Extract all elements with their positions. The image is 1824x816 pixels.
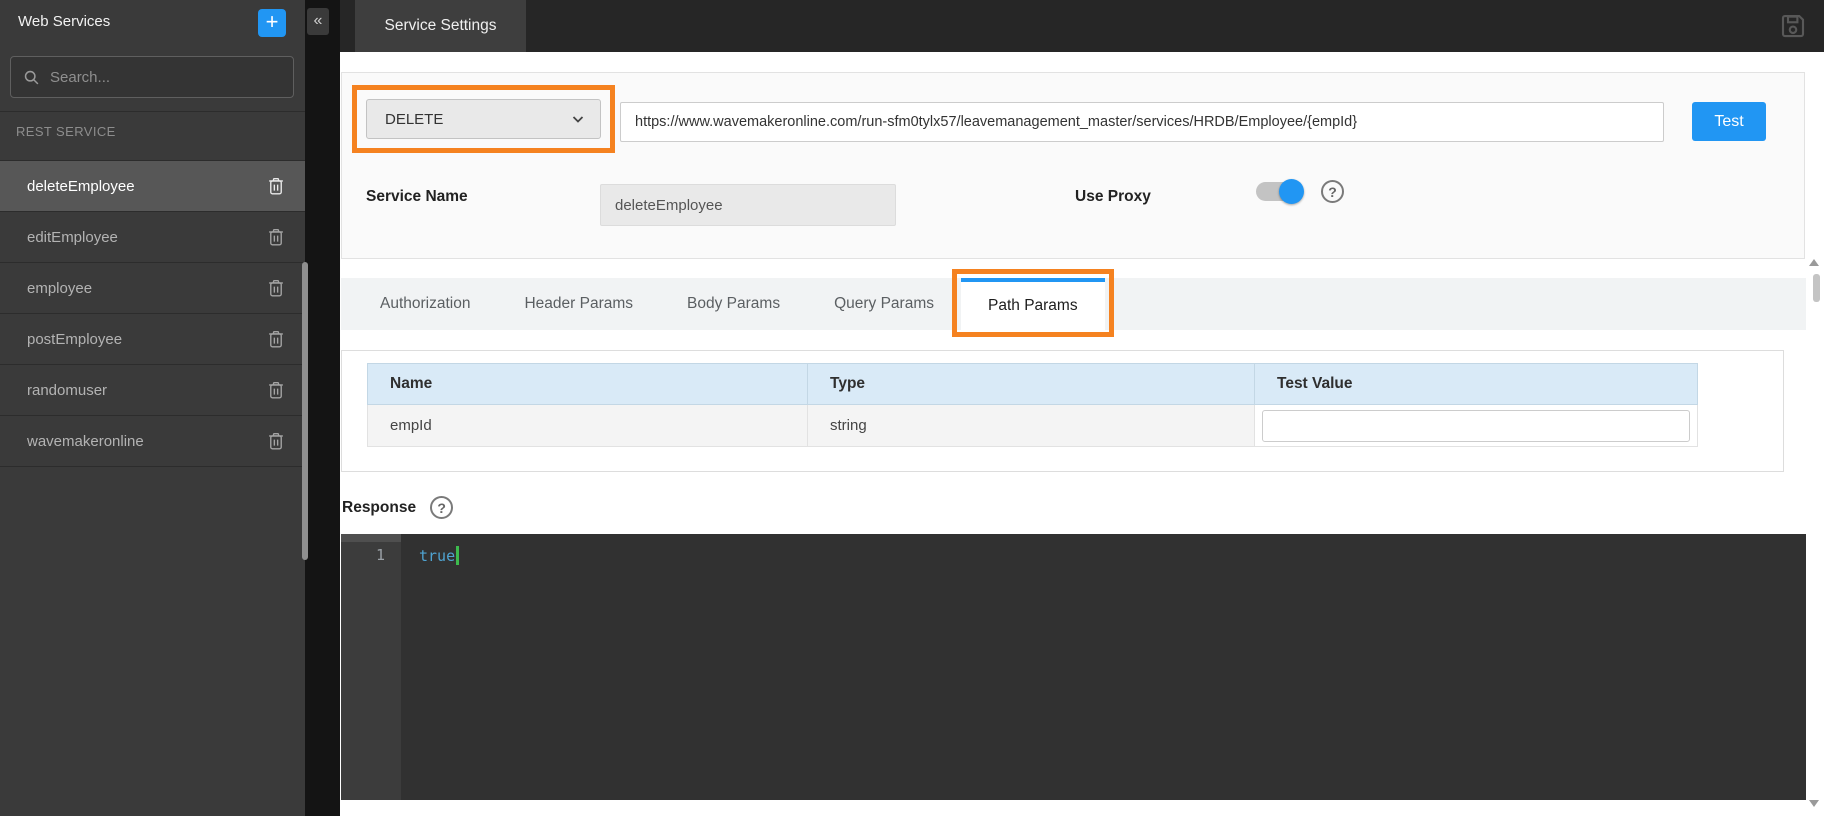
service-name-input[interactable] [600, 184, 896, 226]
trash-icon[interactable] [265, 226, 287, 248]
response-label: Response [342, 499, 416, 517]
sidebar-item-postEmployee[interactable]: postEmployee [0, 314, 305, 365]
sidebar-item-wavemakeronline[interactable]: wavemakeronline [0, 416, 305, 467]
trash-icon[interactable] [265, 430, 287, 452]
sidebar-item-editEmployee[interactable]: editEmployee [0, 212, 305, 263]
test-value-input[interactable] [1262, 410, 1690, 442]
sidebar-edge-strip [305, 0, 340, 816]
method-annotation-box: DELETE [352, 85, 615, 153]
sidebar-divider [0, 111, 305, 112]
http-method-value: DELETE [385, 111, 570, 128]
test-button[interactable]: Test [1692, 102, 1766, 141]
tab-path-params-label: Path Params [988, 297, 1078, 315]
scroll-up-arrow[interactable] [1809, 259, 1819, 266]
column-header-name: Name [367, 363, 807, 405]
service-item-label: wavemakeronline [27, 433, 265, 450]
params-tab-bar: Authorization Header Params Body Params … [341, 278, 1806, 330]
param-name-cell: empId [367, 405, 807, 447]
editor-caret [456, 546, 459, 565]
service-item-label: randomuser [27, 382, 265, 399]
service-settings-page: Web Services + REST SERVICE deleteEmploy… [0, 0, 1824, 816]
service-name-field-label: Service Name [366, 188, 468, 206]
trash-icon[interactable] [265, 379, 287, 401]
proxy-help-icon[interactable]: ? [1321, 180, 1344, 203]
service-item-label: deleteEmployee [27, 178, 265, 195]
save-icon[interactable] [1778, 11, 1808, 41]
tab-body-params[interactable]: Body Params [660, 278, 807, 330]
response-code-editor[interactable]: 1 true [341, 534, 1806, 800]
table-row: empId string [367, 405, 1698, 447]
trash-icon[interactable] [265, 328, 287, 350]
toggle-thumb [1279, 179, 1304, 204]
service-item-label: employee [27, 280, 265, 297]
rest-service-section-header: REST SERVICE [16, 124, 116, 139]
scroll-down-arrow[interactable] [1809, 800, 1819, 807]
sidebar-item-randomuser[interactable]: randomuser [0, 365, 305, 416]
param-test-value-cell [1254, 405, 1698, 447]
sidebar-title: Web Services [18, 13, 110, 30]
tab-path-params[interactable]: Path Params [961, 278, 1105, 330]
trash-icon[interactable] [265, 175, 287, 197]
editor-gutter-cap [341, 534, 401, 542]
table-header-row: Name Type Test Value [367, 363, 1698, 405]
use-proxy-label: Use Proxy [1075, 188, 1151, 206]
response-help-icon[interactable]: ? [430, 496, 453, 519]
service-item-label: editEmployee [27, 229, 265, 246]
sidebar-item-employee[interactable]: employee [0, 263, 305, 314]
service-item-label: postEmployee [27, 331, 265, 348]
use-proxy-toggle[interactable] [1256, 182, 1302, 201]
tab-header-params[interactable]: Header Params [497, 278, 660, 330]
search-icon [23, 69, 40, 86]
collapse-sidebar-button[interactable]: « [307, 8, 329, 35]
service-settings-content: DELETE Test Service Name Use Proxy ? Aut… [340, 52, 1824, 816]
path-params-table: Name Type Test Value empId string [367, 363, 1698, 447]
sidebar-item-deleteEmployee[interactable]: deleteEmployee [0, 161, 305, 212]
page-scrollbar-thumb[interactable] [1813, 274, 1820, 302]
rest-service-list: deleteEmployee editEmployee [0, 160, 305, 467]
column-header-test-value: Test Value [1254, 363, 1698, 405]
response-header: Response ? [342, 496, 453, 519]
trash-icon[interactable] [265, 277, 287, 299]
top-bar: Service Settings [340, 0, 1824, 52]
tab-service-settings[interactable]: Service Settings [355, 0, 526, 52]
tab-authorization[interactable]: Authorization [353, 278, 497, 330]
tab-query-params[interactable]: Query Params [807, 278, 961, 330]
line-number: 1 [341, 546, 401, 565]
http-method-select[interactable]: DELETE [366, 99, 601, 139]
response-value: true [401, 546, 459, 565]
editor-line-1: 1 true [341, 546, 1806, 565]
request-url-input[interactable] [620, 102, 1664, 142]
add-service-button[interactable]: + [258, 9, 286, 37]
service-search[interactable] [10, 56, 294, 98]
sidebar-scrollbar-thumb[interactable] [302, 262, 308, 560]
column-header-type: Type [807, 363, 1254, 405]
param-type-cell: string [807, 405, 1254, 447]
chevron-down-icon [570, 111, 586, 127]
editor-gutter [341, 534, 401, 800]
web-services-sidebar: Web Services + REST SERVICE deleteEmploy… [0, 0, 305, 816]
search-input[interactable] [50, 69, 281, 86]
path-params-table-card: Name Type Test Value empId string [341, 350, 1784, 472]
